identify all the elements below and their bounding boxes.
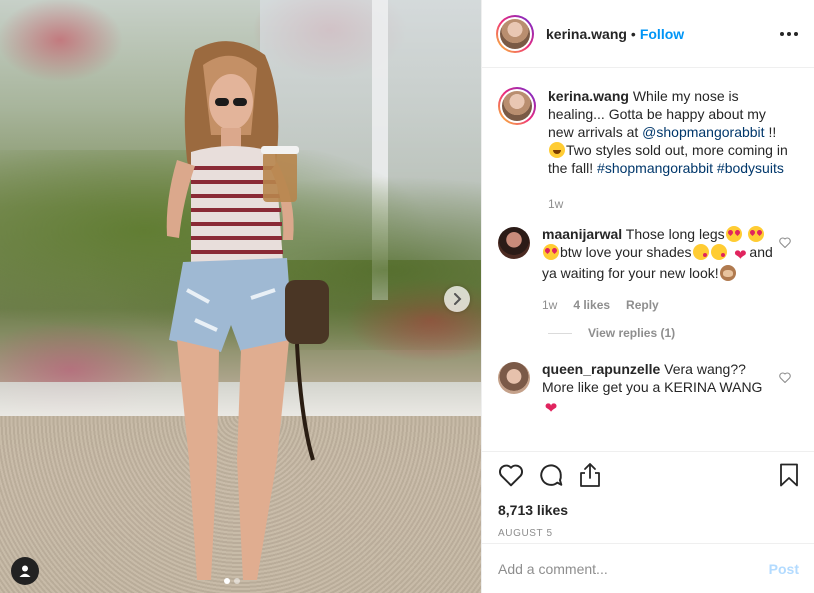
author-avatar[interactable] [496,14,534,53]
red-heart-emoji-icon: ❤ [734,247,747,264]
heart-icon [499,464,523,487]
photo-person-figure [166,41,329,580]
comment-input[interactable] [498,560,769,577]
user-tag-icon [19,565,31,577]
comments-list[interactable]: kerina.wang While my nose is healing... … [482,69,814,451]
laughing-emoji-icon [549,142,565,158]
comment-meta: 1w 4 likes Reply [542,296,778,314]
post-date[interactable]: AUGUST 5 [498,528,799,539]
carousel-dot-active [224,578,230,584]
follow-button[interactable]: Follow [640,26,684,42]
commenter-avatar[interactable] [498,227,530,259]
bookmark-icon [780,463,798,487]
carousel-indicator [224,578,240,584]
caption-body: kerina.wang While my nose is healing... … [548,87,794,213]
kiss-emoji-icon [710,244,727,260]
view-replies-line [548,332,572,334]
post-header: kerina.wang • Follow [482,0,814,68]
heart-eyes-emoji-icon [543,244,559,260]
comment-time[interactable]: 1w [542,296,557,314]
view-replies-button[interactable]: View replies (1) [548,326,799,340]
heart-icon [779,237,791,249]
caption-time[interactable]: 1w [548,195,563,213]
heart-eyes-emoji-icon [747,226,764,242]
post-comment-button[interactable]: Post [769,561,799,577]
post-photo[interactable] [0,0,481,593]
like-button[interactable] [498,463,524,487]
carousel-dot [234,578,240,584]
comment-text: Those long legs [625,226,725,242]
header-separator: • [630,25,636,42]
add-comment-bar: Post [482,543,814,593]
share-icon [580,463,600,487]
next-photo-button[interactable] [444,286,470,312]
author-username[interactable]: kerina.wang [546,26,627,42]
caption-avatar[interactable] [498,87,536,125]
caption: kerina.wang While my nose is healing... … [498,87,799,213]
comment-body: maanijarwal Those long legs btw love you… [542,225,778,314]
heart-icon [779,372,791,384]
more-options-icon[interactable] [778,28,800,40]
caption-hashtag[interactable]: #bodysuits [717,160,784,176]
see-no-evil-monkey-emoji-icon [719,265,736,281]
commenter-avatar[interactable] [498,362,530,394]
likes-count[interactable]: 8,713 likes [498,502,799,518]
comment-icon [540,464,563,486]
comment-username[interactable]: queen_rapunzelle [542,361,660,377]
heart-eyes-emoji-icon [725,226,742,242]
view-replies-label: View replies (1) [588,326,676,340]
save-button[interactable] [779,463,799,487]
post-actions: 8,713 likes AUGUST 5 [482,451,814,539]
comment-body: queen_rapunzelle Vera wang?? More like g… [542,360,778,417]
red-heart-emoji-icon: ❤ [544,400,558,417]
comment-username[interactable]: maanijarwal [542,226,622,242]
like-comment-button[interactable] [779,370,791,386]
caption-text: !! [764,124,777,140]
caption-meta: 1w [548,195,794,213]
reply-button[interactable]: Reply [626,296,659,314]
tagged-users-button[interactable] [11,557,39,585]
comment-item: maanijarwal Those long legs btw love you… [498,225,799,314]
like-comment-button[interactable] [779,235,791,251]
caption-mention[interactable]: @shopmangorabbit [642,124,764,140]
comment-item: queen_rapunzelle Vera wang?? More like g… [498,360,799,417]
caption-hashtag[interactable]: #shopmangorabbit [597,160,713,176]
kiss-emoji-icon [692,244,709,260]
comment-text: btw love your shades [560,244,692,260]
action-icons [498,462,799,488]
caption-username[interactable]: kerina.wang [548,88,629,104]
comment-likes[interactable]: 4 likes [573,296,610,314]
post-details-panel: kerina.wang • Follow kerina.wang While m… [481,0,814,593]
chevron-right-icon [454,293,462,305]
share-button[interactable] [578,462,602,488]
comment-button[interactable] [538,462,564,488]
